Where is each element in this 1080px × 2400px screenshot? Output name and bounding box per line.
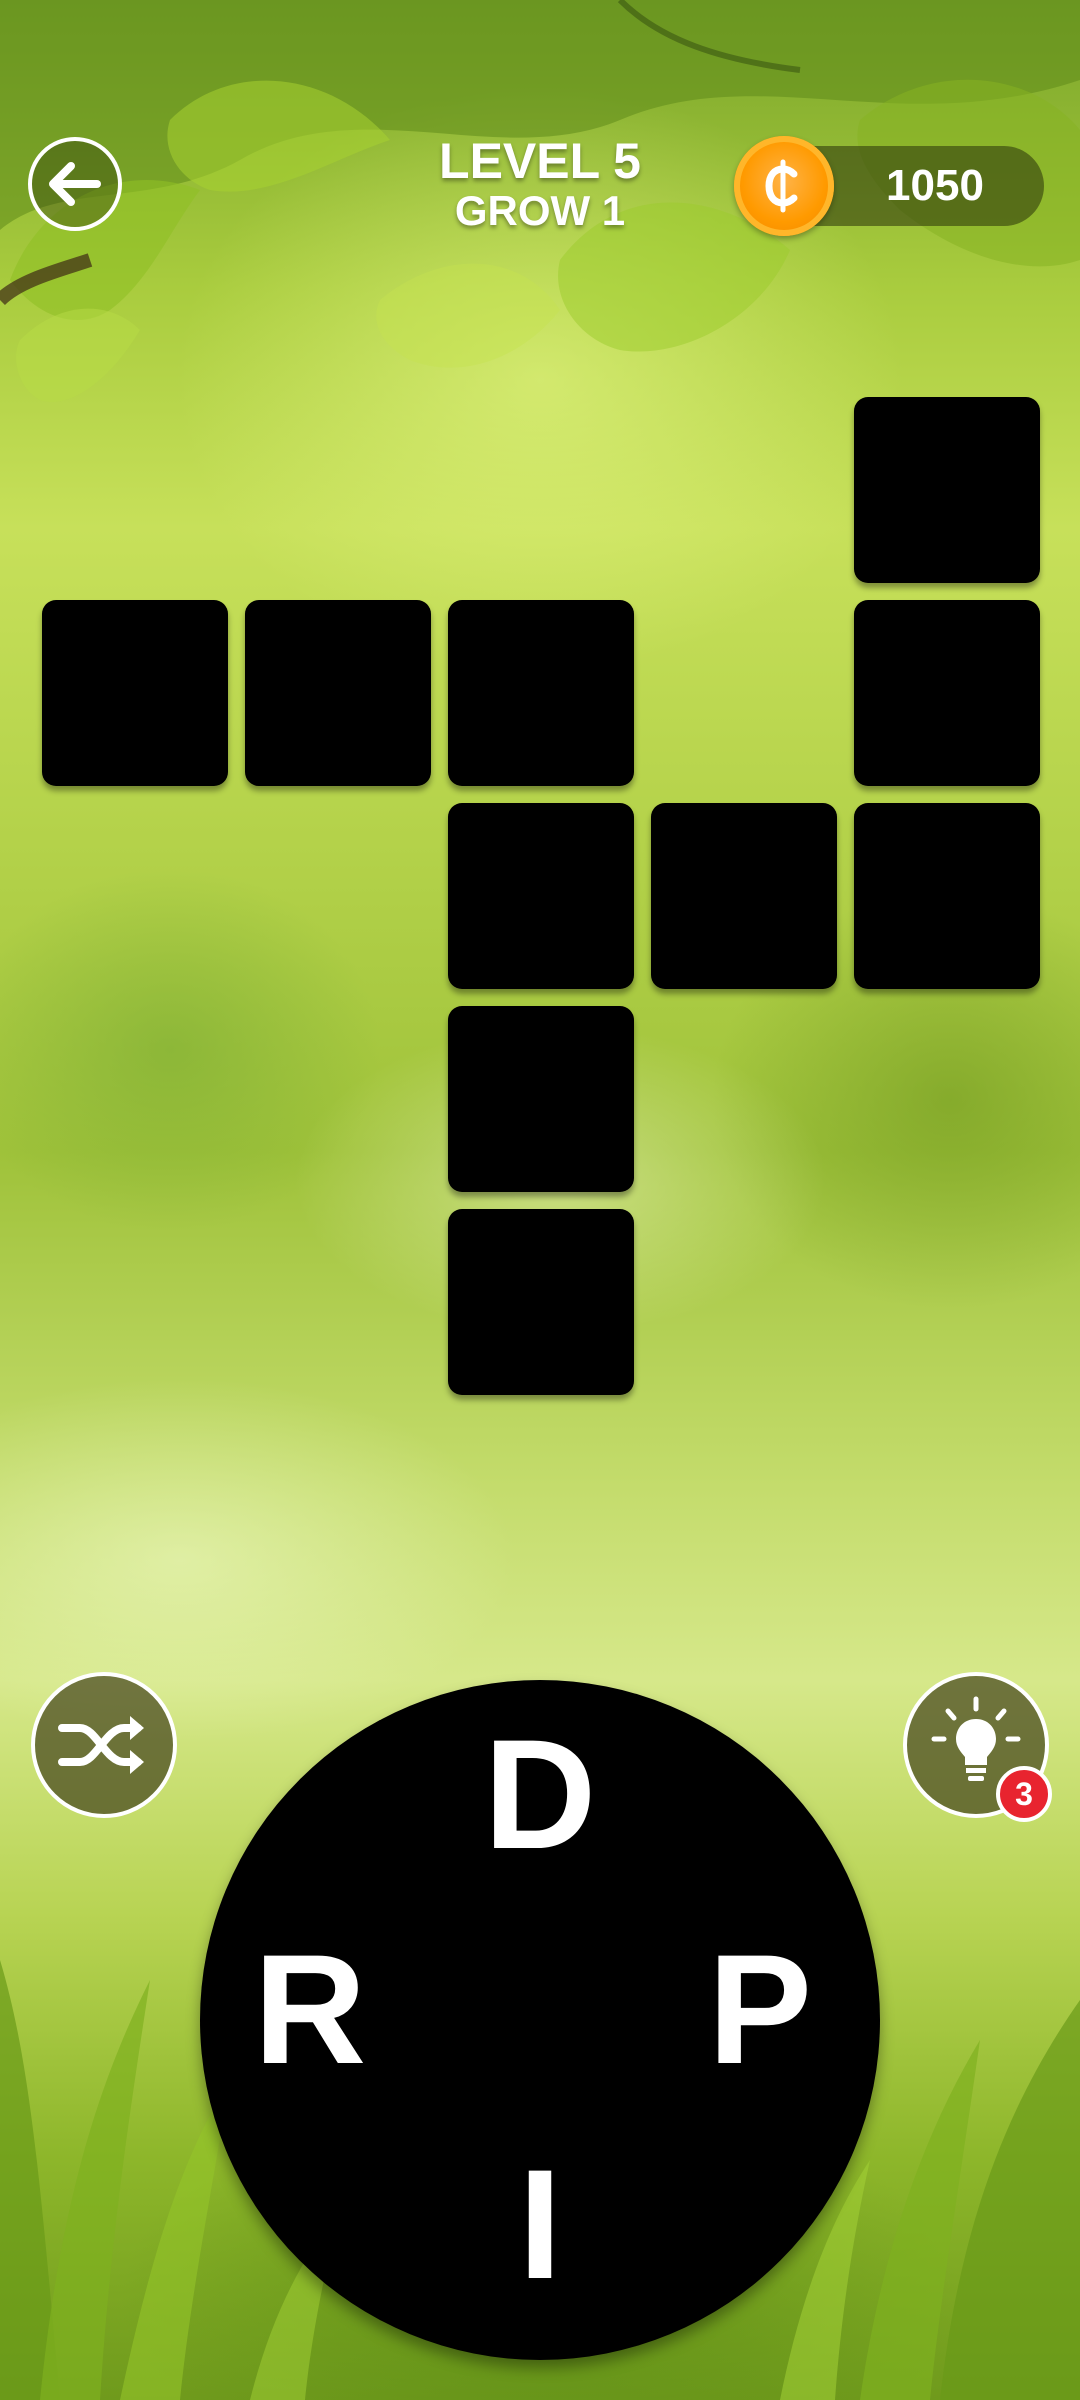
shuffle-icon — [58, 1716, 144, 1774]
letter-tile — [448, 1006, 634, 1192]
level-title: LEVEL 5 — [439, 133, 641, 189]
letter-tile — [245, 600, 431, 786]
wheel-letter-d[interactable]: D — [460, 1710, 620, 1880]
letter-tile — [448, 600, 634, 786]
letter-tile — [854, 600, 1040, 786]
level-info: LEVEL 5 GROW 1 — [390, 134, 690, 234]
level-subtitle: GROW 1 — [454, 187, 626, 234]
wheel-letter-i[interactable]: I — [460, 2140, 620, 2310]
coin-count: 1050 — [886, 161, 984, 210]
wheel-letter-r[interactable]: R — [230, 1925, 390, 2095]
back-arrow-icon — [49, 162, 101, 206]
letter-tile — [448, 803, 634, 989]
back-button[interactable] — [28, 137, 122, 231]
letter-tile — [854, 803, 1040, 989]
shuffle-button[interactable] — [31, 1672, 177, 1818]
background-leaves — [0, 0, 1080, 402]
letter-wheel[interactable]: DPIR — [200, 1680, 880, 2360]
wheel-letter-p[interactable]: P — [680, 1925, 840, 2095]
hint-count-badge: 3 — [996, 1766, 1052, 1822]
letter-tile — [651, 803, 837, 989]
coin-icon — [734, 136, 834, 236]
letter-tile — [42, 600, 228, 786]
letter-tile — [854, 397, 1040, 583]
letter-tile — [448, 1209, 634, 1395]
